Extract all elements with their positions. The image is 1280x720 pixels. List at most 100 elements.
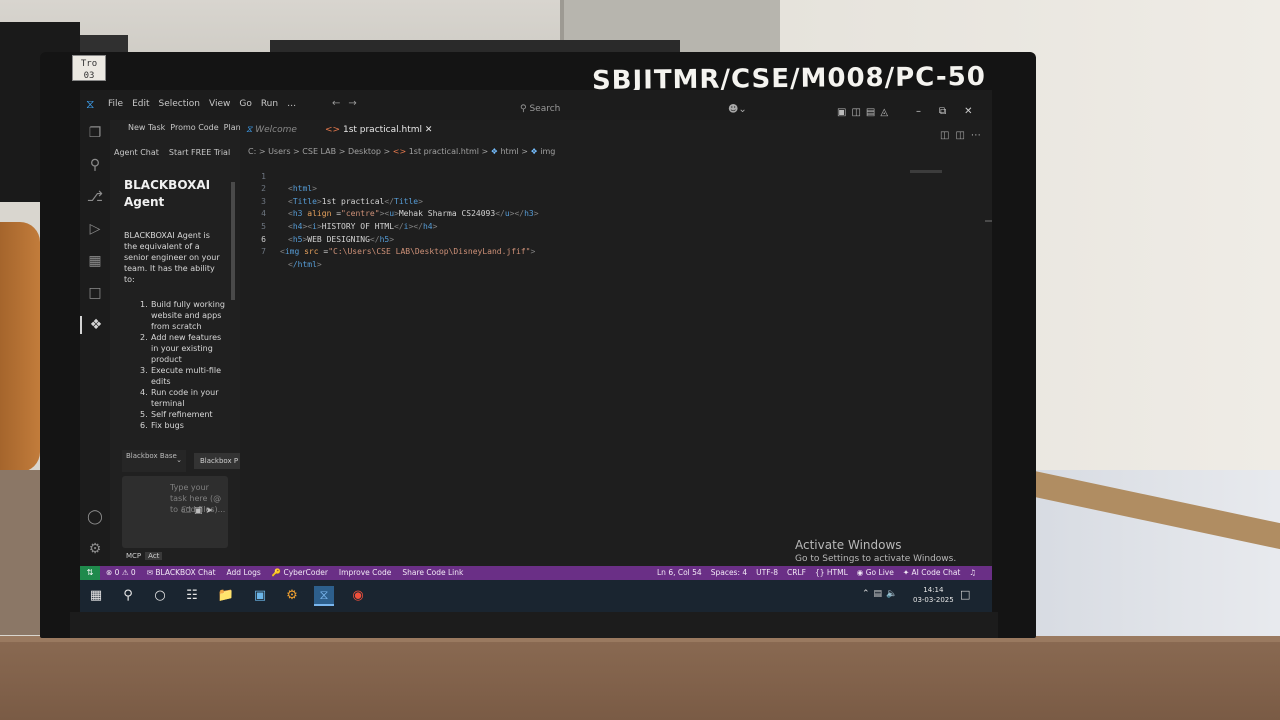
minimize-icon[interactable]: – xyxy=(916,106,939,117)
forward-arrow-icon[interactable]: → xyxy=(348,98,364,109)
list-number: 4. xyxy=(140,388,148,397)
code-editor[interactable]: 1 <html> 2 <Title>1st practical</Title> … xyxy=(240,158,980,269)
code-line: 2 <Title>1st practical</Title> xyxy=(240,171,980,206)
run-debug-icon[interactable]: ▷ xyxy=(86,220,104,238)
cortana-icon[interactable]: ○ xyxy=(150,586,170,606)
encoding[interactable]: UTF-8 xyxy=(756,568,778,577)
tab-act[interactable]: Act xyxy=(145,552,163,560)
menu-bar: File Edit Selection View Go Run … xyxy=(108,99,296,109)
volume-icon[interactable]: 🔈 xyxy=(886,589,901,599)
menu-run[interactable]: Run xyxy=(261,99,278,109)
minimap[interactable] xyxy=(910,170,942,173)
tab-welcome[interactable]: ⧖ Welcome xyxy=(246,125,297,135)
menu-selection[interactable]: Selection xyxy=(159,99,200,109)
code-line: 6 <img src ="C:\Users\CSE LAB\Desktop\Di… xyxy=(240,221,980,257)
line-ending[interactable]: CRLF xyxy=(787,568,806,577)
settings-gear-icon[interactable]: ⚙ xyxy=(86,540,104,558)
breadcrumb-item[interactable]: Users xyxy=(268,147,290,156)
tab-promo-code[interactable]: Promo Code xyxy=(170,123,218,132)
blackbox-agent-icon[interactable]: ❖ xyxy=(80,316,110,334)
language-mode[interactable]: {} HTML xyxy=(815,568,848,577)
status-item[interactable]: Share Code Link xyxy=(402,568,463,577)
tab-welcome-label: Welcome xyxy=(255,125,297,135)
file-explorer-icon[interactable]: 📁 xyxy=(216,586,236,606)
indentation[interactable]: Spaces: 4 xyxy=(711,568,747,577)
settings-app-icon[interactable]: ⚙ xyxy=(282,586,302,606)
action-center-icon[interactable]: □ xyxy=(960,588,970,601)
menu-go[interactable]: Go xyxy=(239,99,251,109)
overview-ruler xyxy=(985,220,992,222)
attach-folder-icon[interactable]: 🗀 xyxy=(182,506,194,516)
task-view-icon[interactable]: ☷ xyxy=(182,586,202,606)
task-input[interactable]: Type your task here (@ to add files)... … xyxy=(122,476,228,548)
close-tab-icon[interactable]: ✕ xyxy=(425,125,433,135)
source-control-icon[interactable]: ⎇ xyxy=(86,188,104,206)
list-text: Build fully working website and apps fro… xyxy=(151,300,225,331)
tab-active-file[interactable]: <> 1st practical.html ✕ xyxy=(325,125,432,135)
explorer-icon[interactable]: ❐ xyxy=(86,124,104,142)
layout-controls: ▣◫▤◬ xyxy=(837,107,893,118)
status-item[interactable]: Improve Code xyxy=(339,568,391,577)
panel-top-tabs: New Task Promo Code Plan Si xyxy=(128,123,253,132)
breadcrumb-item[interactable]: Desktop xyxy=(348,147,381,156)
status-item[interactable]: 🔑 CyberCoder xyxy=(272,568,328,577)
go-live-button[interactable]: ◉ Go Live xyxy=(857,568,894,577)
list-number: 6. xyxy=(140,421,148,430)
windows-start-icon[interactable]: ▦ xyxy=(86,586,106,606)
breadcrumb-item[interactable]: 1st practical.html xyxy=(409,147,479,156)
breadcrumb: C: > Users > CSE LAB > Desktop > <> 1st … xyxy=(248,147,556,156)
panel-scrollbar[interactable] xyxy=(231,182,235,300)
notifications-bell-icon[interactable]: ♫ xyxy=(969,568,976,577)
cursor-position[interactable]: Ln 6, Col 54 xyxy=(657,568,702,577)
vscode-taskbar-icon[interactable]: ⧖ xyxy=(314,586,334,606)
send-icon[interactable]: ➤ xyxy=(206,506,217,516)
tab-free-trial[interactable]: Start FREE Trial xyxy=(169,148,230,157)
breadcrumb-item[interactable]: html xyxy=(500,147,518,156)
panel-toggle-icon[interactable]: ▤ xyxy=(866,107,880,118)
extensions-icon[interactable]: ▦ xyxy=(86,252,104,270)
menu-view[interactable]: View xyxy=(209,99,230,109)
account-icon[interactable]: ◯ xyxy=(86,508,104,526)
problems-count[interactable]: ⊗ 0 ⚠ 0 xyxy=(106,568,136,577)
breadcrumb-item[interactable]: img xyxy=(540,147,555,156)
remote-indicator-icon[interactable]: ⇅ xyxy=(80,566,100,580)
taskbar-clock[interactable]: 14:14 03-03-2025 xyxy=(913,585,954,605)
network-icon[interactable]: ▤ xyxy=(874,589,887,599)
model-select[interactable]: Blackbox Base ⌄ xyxy=(122,450,186,472)
menu-file[interactable]: File xyxy=(108,99,123,109)
monitor-chin xyxy=(70,612,998,638)
list-item: 1. Build fully working website and apps f… xyxy=(140,299,228,332)
menu-more[interactable]: … xyxy=(287,99,296,109)
tab-mcp[interactable]: MCP xyxy=(126,552,141,560)
status-item[interactable]: Add Logs xyxy=(227,568,261,577)
search-icon[interactable]: ⚲ xyxy=(86,156,104,174)
store-app-icon[interactable]: ▣ xyxy=(250,586,270,606)
open-changes-icon[interactable]: ◫ xyxy=(940,130,955,141)
split-editor-icon[interactable]: ◫ xyxy=(955,130,970,141)
chevron-up-icon[interactable]: ⌃ xyxy=(862,589,874,599)
layout-icon[interactable]: ▣ xyxy=(837,107,851,118)
remote-explorer-icon[interactable]: □ xyxy=(86,284,104,302)
breadcrumb-item[interactable]: CSE LAB xyxy=(302,147,336,156)
tab-agent-chat[interactable]: Agent Chat xyxy=(114,148,159,157)
ai-chat-button[interactable]: ✦ AI Code Chat xyxy=(903,568,961,577)
camera-icon[interactable]: ▣ xyxy=(194,506,206,516)
close-icon[interactable]: ✕ xyxy=(964,106,990,117)
model-button[interactable]: Blackbox P xyxy=(194,453,240,469)
menu-edit[interactable]: Edit xyxy=(132,99,149,109)
more-actions-icon[interactable]: ⋯ xyxy=(971,130,987,141)
breadcrumb-item[interactable]: C: xyxy=(248,147,256,156)
restore-icon[interactable]: ⧉ xyxy=(939,106,964,117)
tab-new-task[interactable]: New Task xyxy=(128,123,165,132)
activate-subtitle: Go to Settings to activate Windows. xyxy=(795,554,957,564)
back-arrow-icon[interactable]: ← xyxy=(332,98,348,109)
copilot-icon[interactable]: ☻⌄ xyxy=(728,104,747,115)
search-icon[interactable]: ⚲ xyxy=(118,586,138,606)
chrome-icon[interactable]: ◉ xyxy=(348,586,368,606)
sidebar-toggle-icon[interactable]: ◫ xyxy=(851,107,865,118)
secondary-sidebar-icon[interactable]: ◬ xyxy=(880,107,893,118)
command-search[interactable]: ⚲ Search xyxy=(520,104,600,120)
screen: ⧖ File Edit Selection View Go Run … ←→ ⚲… xyxy=(80,90,992,612)
status-item[interactable]: ✉ BLACKBOX Chat xyxy=(147,568,216,577)
tab-plan[interactable]: Plan xyxy=(224,123,241,132)
